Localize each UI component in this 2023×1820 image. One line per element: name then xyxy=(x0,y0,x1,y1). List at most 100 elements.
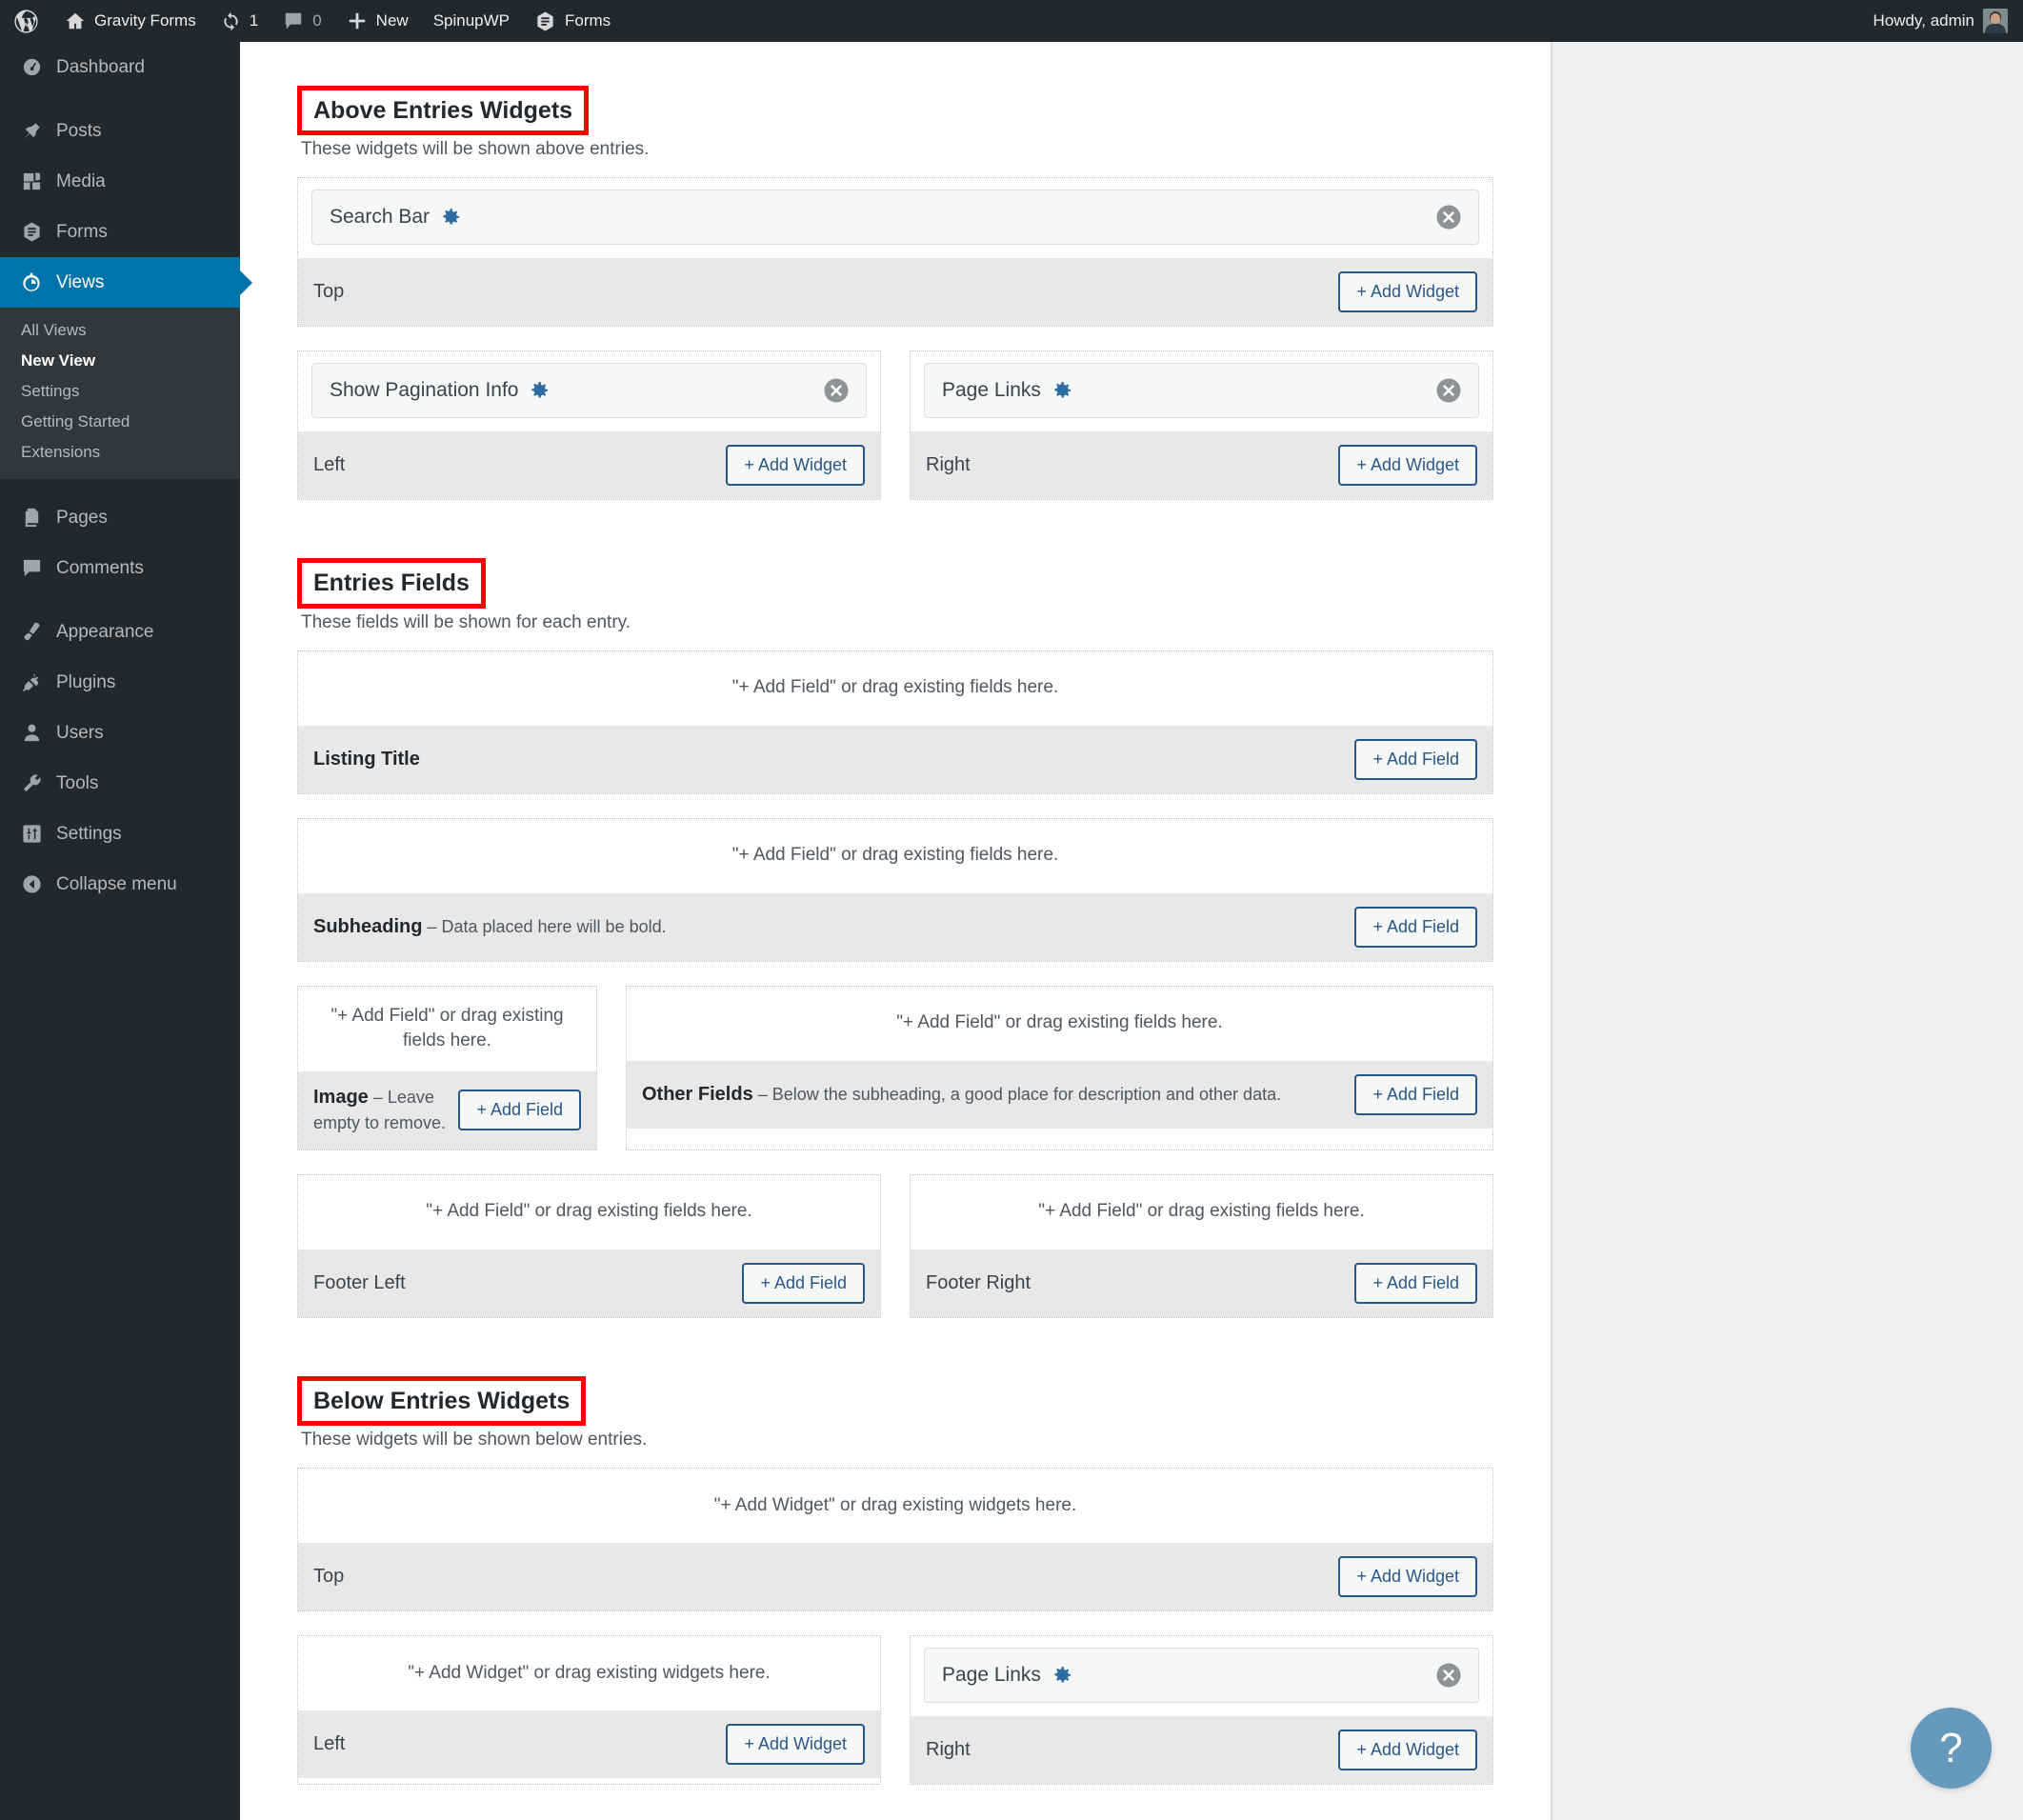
field-dropzone[interactable]: "+ Add Field" or drag existing fields he… xyxy=(298,1174,880,1250)
add-field-button[interactable]: + Add Field xyxy=(742,1262,865,1304)
widget-zone-footer: Right + Add Widget xyxy=(911,1715,1492,1784)
dropzone-placeholder: "+ Add Widget" or drag existing widgets … xyxy=(713,1494,1077,1515)
sidebar-item-pages[interactable]: Pages xyxy=(0,492,240,543)
add-widget-button[interactable]: + Add Widget xyxy=(1338,1729,1477,1770)
wordpress-logo-icon xyxy=(12,8,40,35)
sidebar-subitem-all-views[interactable]: All Views xyxy=(0,315,240,346)
site-name-menu[interactable]: Gravity Forms xyxy=(52,0,209,42)
widget-title: Search Bar xyxy=(330,206,431,229)
below-entries-widgets-section: Below Entries Widgets These widgets will… xyxy=(297,1375,1493,1809)
wp-logo-button[interactable] xyxy=(0,0,52,42)
sidebar-item-label: Views xyxy=(56,271,105,292)
sidebar-item-tools[interactable]: Tools xyxy=(0,758,240,809)
field-dropzone[interactable]: "+ Add Field" or drag existing fields he… xyxy=(298,650,1492,726)
add-widget-button[interactable]: + Add Widget xyxy=(726,445,865,487)
zone-area-label: Top xyxy=(313,1565,345,1587)
widget-zone-above-left: Show Pagination Info Left + Add Widget xyxy=(297,350,881,501)
widget-dropzone[interactable]: "+ Add Widget" or drag existing widgets … xyxy=(298,1468,1492,1543)
close-icon[interactable] xyxy=(1434,203,1463,231)
gear-icon[interactable] xyxy=(528,379,551,402)
spinupwp-button[interactable]: SpinupWP xyxy=(421,0,522,42)
sidebar-item-comments[interactable]: Comments xyxy=(0,543,240,593)
widget-zone-footer: Left + Add Widget xyxy=(298,431,880,500)
field-zone-footer: Footer Right + Add Field xyxy=(911,1249,1492,1317)
add-field-button[interactable]: + Add Field xyxy=(1354,1073,1477,1115)
new-content-button[interactable]: New xyxy=(334,0,421,42)
sidebar-item-collapse-menu[interactable]: Collapse menu xyxy=(0,859,240,910)
dropzone-placeholder: "+ Add Field" or drag existing fields he… xyxy=(731,845,1059,866)
sidebar-item-media[interactable]: Media xyxy=(0,156,240,207)
add-field-button[interactable]: + Add Field xyxy=(1354,906,1477,948)
gear-icon[interactable] xyxy=(1051,379,1073,402)
widget-dropzone[interactable]: "+ Add Widget" or drag existing widgets … xyxy=(298,1635,880,1710)
updates-count: 1 xyxy=(249,11,259,30)
widget-zone-below-left: "+ Add Widget" or drag existing widgets … xyxy=(297,1634,881,1785)
add-field-button[interactable]: + Add Field xyxy=(1354,738,1477,780)
howdy-label: Howdy, admin xyxy=(1873,11,1974,30)
close-icon[interactable] xyxy=(1434,376,1463,405)
spinupwp-label: SpinupWP xyxy=(432,11,511,30)
above-entries-heading: Above Entries Widgets xyxy=(297,86,590,136)
widget-page-links[interactable]: Page Links xyxy=(924,1647,1479,1703)
sidebar-item-posts[interactable]: Posts xyxy=(0,106,240,156)
add-widget-button[interactable]: + Add Widget xyxy=(1338,1555,1477,1597)
sidebar-item-users[interactable]: Users xyxy=(0,708,240,758)
add-widget-button[interactable]: + Add Widget xyxy=(1338,445,1477,487)
sidebar-item-label: Appearance xyxy=(56,621,154,642)
add-field-button[interactable]: + Add Field xyxy=(1354,1262,1477,1304)
forms-menu-button[interactable]: Forms xyxy=(522,0,623,42)
sidebar-item-plugins[interactable]: Plugins xyxy=(0,657,240,708)
sidebar-subitem-extensions[interactable]: Extensions xyxy=(0,437,240,468)
zone-area-label: Footer Left xyxy=(313,1271,406,1293)
widget-search-bar[interactable]: Search Bar xyxy=(311,190,1479,246)
comments-button[interactable]: 0 xyxy=(270,0,333,42)
add-widget-button[interactable]: + Add Widget xyxy=(726,1723,865,1765)
sidebar-item-settings[interactable]: Settings xyxy=(0,809,240,859)
sidebar-separator xyxy=(0,92,240,106)
field-dropzone[interactable]: "+ Add Field" or drag existing fields he… xyxy=(298,818,1492,893)
collapse-arrow-icon xyxy=(19,873,44,895)
pages-icon xyxy=(19,507,44,529)
sidebar-item-forms[interactable]: Forms xyxy=(0,207,240,257)
sidebar-subitem-getting-started[interactable]: Getting Started xyxy=(0,407,240,437)
gear-icon[interactable] xyxy=(1051,1664,1073,1687)
above-entries-heading-annotation: Above Entries Widgets xyxy=(297,86,590,136)
below-entries-subtitle: These widgets will be shown below entrie… xyxy=(301,1429,648,1450)
sidebar-subitem-settings[interactable]: Settings xyxy=(0,376,240,407)
field-zone-footer-right: "+ Add Field" or drag existing fields he… xyxy=(910,1173,1493,1318)
zone-area-label: Left xyxy=(313,1732,346,1754)
close-icon[interactable] xyxy=(822,376,851,405)
widget-list: Page Links xyxy=(911,1635,1492,1716)
howdy-menu[interactable]: Howdy, admin xyxy=(1861,0,2023,42)
field-zone-footer-left: "+ Add Field" or drag existing fields he… xyxy=(297,1173,881,1318)
sidebar-separator xyxy=(0,479,240,492)
field-dropzone[interactable]: "+ Add Field" or drag existing fields he… xyxy=(911,1174,1492,1250)
field-dropzone[interactable]: "+ Add Field" or drag existing fields he… xyxy=(627,986,1492,1061)
widget-zone-footer: Right + Add Widget xyxy=(911,431,1492,500)
add-widget-button[interactable]: + Add Widget xyxy=(1338,271,1477,313)
below-entries-heading-annotation: Below Entries Widgets xyxy=(297,1375,587,1426)
widget-page-links[interactable]: Page Links xyxy=(924,363,1479,419)
gear-icon[interactable] xyxy=(439,206,462,229)
widget-zone-footer: Left + Add Widget xyxy=(298,1710,880,1778)
close-icon[interactable] xyxy=(1434,1661,1463,1690)
add-field-button[interactable]: + Add Field xyxy=(458,1090,581,1131)
sidebar-item-views[interactable]: Views xyxy=(0,257,240,308)
zone-area-label: Footer Right xyxy=(926,1271,1032,1293)
media-icon xyxy=(19,170,44,192)
sidebar-item-dashboard[interactable]: Dashboard xyxy=(0,42,240,92)
sidebar-item-appearance[interactable]: Appearance xyxy=(0,607,240,657)
widget-title: Show Pagination Info xyxy=(330,379,519,402)
field-zone-other-fields: "+ Add Field" or drag existing fields he… xyxy=(626,985,1493,1150)
widget-show-pagination-info[interactable]: Show Pagination Info xyxy=(311,363,867,419)
zone-area-label: Listing Title xyxy=(313,748,420,770)
sidebar-item-label: Collapse menu xyxy=(56,873,177,894)
help-button[interactable]: ? xyxy=(1911,1708,1992,1789)
updates-button[interactable]: 1 xyxy=(209,0,270,42)
site-name-label: Gravity Forms xyxy=(94,11,196,30)
field-dropzone[interactable]: "+ Add Field" or drag existing fields he… xyxy=(298,986,596,1071)
sidebar-subitem-new-view[interactable]: New View xyxy=(0,346,240,376)
above-entries-widgets-section: Above Entries Widgets These widgets will… xyxy=(297,86,1493,524)
